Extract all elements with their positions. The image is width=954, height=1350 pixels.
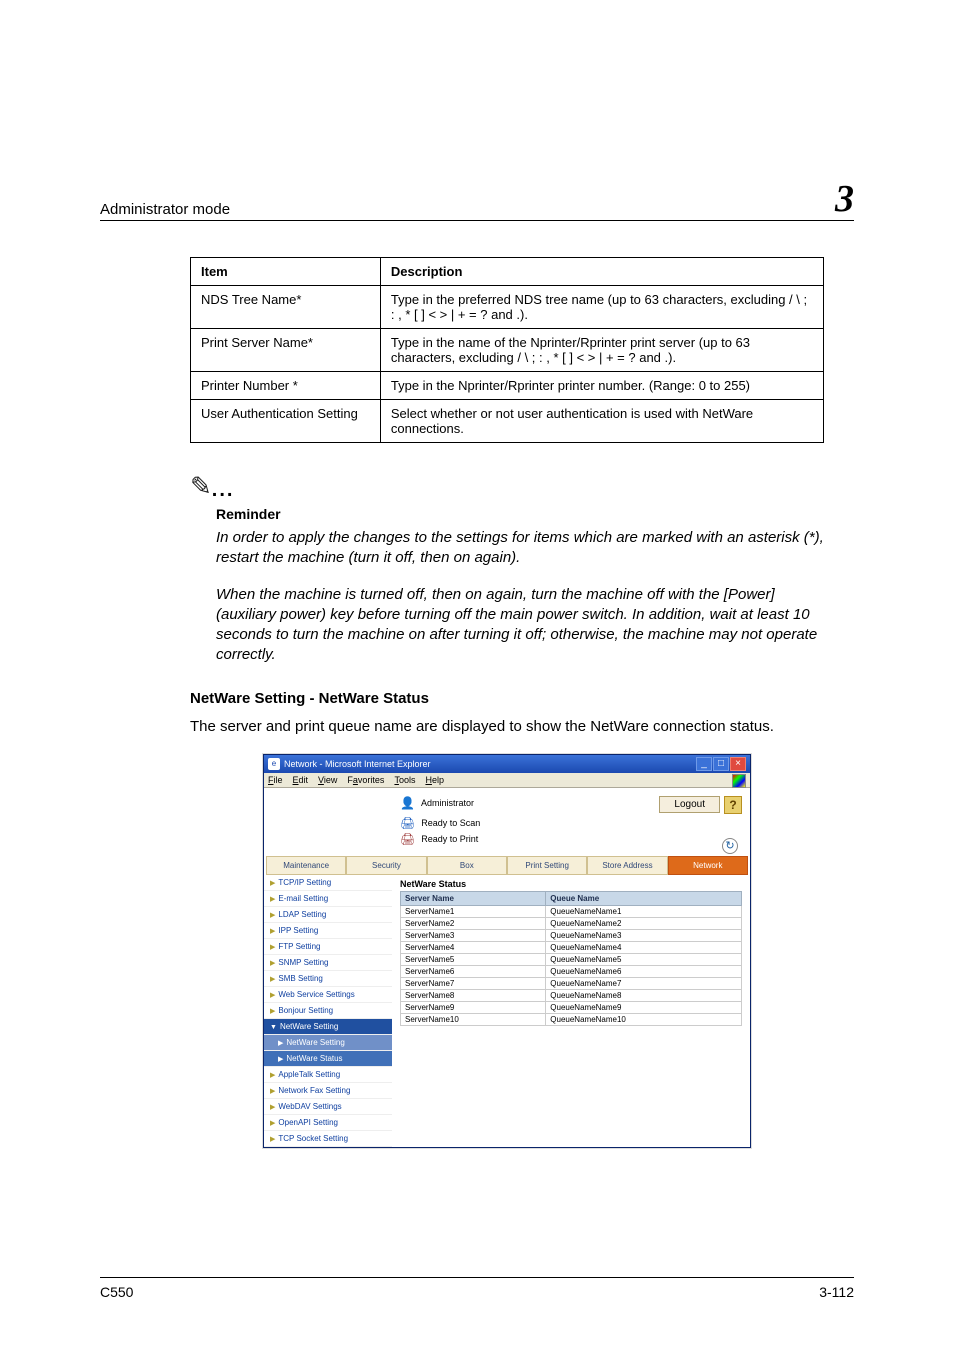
sidebar-item[interactable]: ▶WebDAV Settings — [264, 1099, 392, 1115]
table-row: User Authentication SettingSelect whethe… — [191, 400, 824, 443]
admin-icon: 👤 — [400, 796, 415, 810]
menu-help[interactable]: Help — [425, 775, 444, 785]
sidebar-item[interactable]: ▶SNMP Setting — [264, 955, 392, 971]
help-button[interactable]: ? — [724, 796, 742, 814]
table-row: NDS Tree Name*Type in the preferred NDS … — [191, 286, 824, 329]
table-row: ServerName3QueueNameName3 — [401, 930, 742, 942]
sidebar-item[interactable]: ▶Web Service Settings — [264, 987, 392, 1003]
sidebar-item[interactable]: ▶TCP Socket Setting — [264, 1131, 392, 1147]
page-header: Administrator mode 3 — [100, 180, 854, 221]
status-scan: Ready to Scan — [421, 818, 480, 828]
chapter-number: 3 — [835, 180, 854, 218]
tab-maintenance[interactable]: Maintenance — [266, 856, 346, 875]
th-item: Item — [191, 258, 381, 286]
page-footer: C550 3-112 — [100, 1277, 854, 1300]
col-queue: Queue Name — [546, 892, 742, 906]
sidebar-item[interactable]: ▶IPP Setting — [264, 923, 392, 939]
ie-icon: e — [268, 758, 280, 770]
status-admin: Administrator — [421, 798, 474, 808]
section-title: NetWare Setting - NetWare Status — [190, 690, 824, 707]
tab-store-address[interactable]: Store Address — [587, 856, 667, 875]
sidebar-item[interactable]: ▶OpenAPI Setting — [264, 1115, 392, 1131]
refresh-icon[interactable] — [722, 838, 738, 854]
note-icon-line: ✎... — [190, 471, 824, 502]
sidebar-sub-netware-status[interactable]: ▶NetWare Status — [264, 1051, 392, 1067]
sidebar-item-netware[interactable]: ▼NetWare Setting — [264, 1019, 392, 1035]
settings-table: Item Description NDS Tree Name*Type in t… — [190, 257, 824, 443]
tab-box[interactable]: Box — [427, 856, 507, 875]
menu-file[interactable]: File — [268, 775, 283, 785]
table-row: ServerName1QueueNameName1 — [401, 906, 742, 918]
sidebar-item[interactable]: ▶Bonjour Setting — [264, 1003, 392, 1019]
footer-right: 3-112 — [819, 1284, 854, 1300]
reminder-p1: In order to apply the changes to the set… — [216, 528, 824, 569]
ellipsis: ... — [212, 479, 235, 501]
menu-view[interactable]: View — [318, 775, 337, 785]
netware-table: Server NameQueue Name ServerName1QueueNa… — [400, 891, 742, 1026]
sidebar-item[interactable]: ▶TCP/IP Setting — [264, 875, 392, 891]
menu-tools[interactable]: Tools — [394, 775, 415, 785]
window-controls[interactable]: _ □ × — [696, 757, 746, 771]
tab-print-setting[interactable]: Print Setting — [507, 856, 587, 875]
table-row: ServerName2QueueNameName2 — [401, 918, 742, 930]
sidebar-item[interactable]: ▶Network Fax Setting — [264, 1083, 392, 1099]
sidebar-sub-netware-setting[interactable]: ▶NetWare Setting — [264, 1035, 392, 1051]
close-button[interactable]: × — [730, 757, 746, 771]
th-desc: Description — [380, 258, 823, 286]
ie-titlebar: e Network - Microsoft Internet Explorer … — [264, 755, 750, 773]
tab-security[interactable]: Security — [346, 856, 426, 875]
sidebar-item[interactable]: ▶FTP Setting — [264, 939, 392, 955]
window-title: Network - Microsoft Internet Explorer — [284, 759, 431, 769]
section-desc: The server and print queue name are disp… — [190, 717, 824, 737]
table-row: ServerName7QueueNameName7 — [401, 978, 742, 990]
header-title: Administrator mode — [100, 201, 230, 218]
table-row: ServerName9QueueNameName9 — [401, 1002, 742, 1014]
table-row: ServerName5QueueNameName5 — [401, 954, 742, 966]
sidebar-item[interactable]: ▶SMB Setting — [264, 971, 392, 987]
table-row: Print Server Name*Type in the name of th… — [191, 329, 824, 372]
menu-favorites[interactable]: Favorites — [347, 775, 384, 785]
status-print: Ready to Print — [421, 834, 478, 844]
sidebar-item[interactable]: ▶E-mail Setting — [264, 891, 392, 907]
footer-left: C550 — [100, 1284, 133, 1300]
reminder-p2: When the machine is turned off, then on … — [216, 585, 824, 666]
screenshot: e Network - Microsoft Internet Explorer … — [263, 754, 751, 1148]
minimize-button[interactable]: _ — [696, 757, 712, 771]
pane-title: NetWare Status — [400, 879, 742, 889]
note-icon: ✎ — [190, 471, 212, 501]
maximize-button[interactable]: □ — [713, 757, 729, 771]
sidebar: ▶TCP/IP Setting ▶E-mail Setting ▶LDAP Se… — [264, 875, 392, 1147]
print-icon: 🖨 — [400, 832, 415, 846]
sidebar-item[interactable]: ▶AppleTalk Setting — [264, 1067, 392, 1083]
sidebar-item[interactable]: ▶LDAP Setting — [264, 907, 392, 923]
menu-edit[interactable]: Edit — [293, 775, 309, 785]
table-row: ServerName6QueueNameName6 — [401, 966, 742, 978]
table-row: ServerName10QueueNameName10 — [401, 1014, 742, 1026]
table-row: ServerName8QueueNameName8 — [401, 990, 742, 1002]
scan-icon: 🖨 — [400, 816, 415, 830]
tab-network[interactable]: Network — [668, 856, 748, 875]
ie-flag-icon — [732, 774, 746, 788]
reminder-label: Reminder — [216, 506, 824, 522]
logout-button[interactable]: Logout — [659, 796, 720, 813]
table-row: Printer Number *Type in the Nprinter/Rpr… — [191, 372, 824, 400]
ie-menubar[interactable]: File Edit View Favorites Tools Help — [264, 773, 750, 788]
table-row: ServerName4QueueNameName4 — [401, 942, 742, 954]
col-server: Server Name — [401, 892, 546, 906]
